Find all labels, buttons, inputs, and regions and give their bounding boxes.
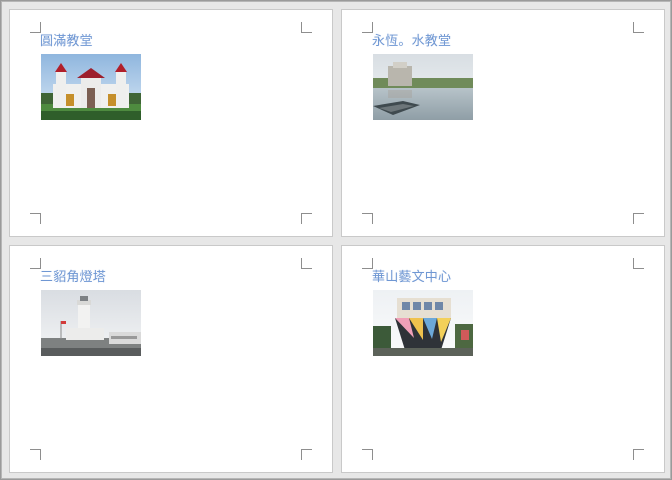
crop-mark-bottom-right (633, 449, 644, 460)
page-1[interactable]: 圓滿教堂 (9, 9, 333, 237)
crop-mark-bottom-right (301, 213, 312, 224)
crop-mark-top-left (362, 258, 373, 269)
page-3[interactable]: 三貂角燈塔 (9, 245, 333, 473)
crop-mark-bottom-right (301, 449, 312, 460)
church-photo[interactable] (41, 54, 141, 120)
water-church-photo[interactable] (373, 54, 473, 120)
lighthouse-photo[interactable] (41, 290, 141, 356)
upside-down-house-photo-graphic (373, 290, 473, 356)
crop-mark-top-right (301, 22, 312, 33)
crop-mark-top-right (301, 258, 312, 269)
page-title[interactable]: 圓滿教堂 (40, 34, 93, 50)
crop-mark-top-left (30, 258, 41, 269)
crop-mark-bottom-left (362, 449, 373, 460)
document-canvas: 圓滿教堂 永恆。水教堂 三貂角燈塔 華山藝文中心 (1, 1, 671, 479)
page-title[interactable]: 華山藝文中心 (372, 270, 451, 286)
page-title[interactable]: 永恆。水教堂 (372, 34, 451, 50)
crop-mark-top-left (30, 22, 41, 33)
crop-mark-top-right (633, 22, 644, 33)
page-4[interactable]: 華山藝文中心 (341, 245, 665, 473)
lighthouse-photo-graphic (41, 290, 141, 356)
page-title[interactable]: 三貂角燈塔 (40, 270, 106, 286)
crop-mark-top-left (362, 22, 373, 33)
crop-mark-bottom-left (30, 449, 41, 460)
crop-mark-bottom-left (362, 213, 373, 224)
crop-mark-top-right (633, 258, 644, 269)
church-photo-graphic (41, 54, 141, 120)
crop-mark-bottom-right (633, 213, 644, 224)
upside-down-house-photo[interactable] (373, 290, 473, 356)
crop-mark-bottom-left (30, 213, 41, 224)
page-2[interactable]: 永恆。水教堂 (341, 9, 665, 237)
water-church-photo-graphic (373, 54, 473, 120)
